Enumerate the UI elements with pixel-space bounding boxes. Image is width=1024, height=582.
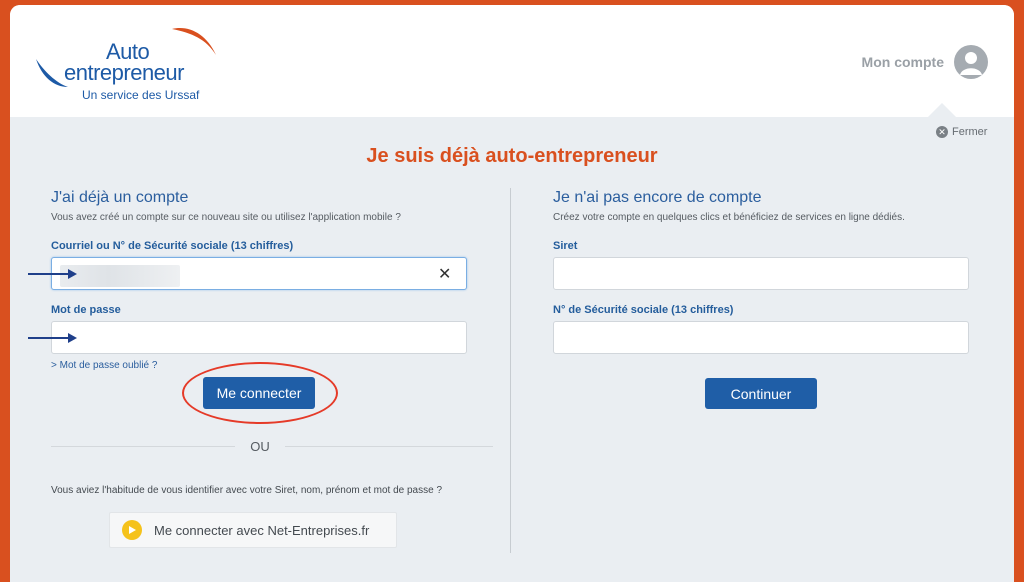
legacy-login-hint: Vous aviez l'habitude de vous identifier… bbox=[51, 485, 443, 496]
account-menu[interactable]: Mon compte bbox=[862, 45, 988, 79]
account-label[interactable]: Mon compte bbox=[862, 54, 944, 70]
page-title: Je suis déjà auto-entrepreneur bbox=[366, 145, 658, 167]
auto-entrepreneur-logo[interactable]: Auto entrepreneur Un service des Urssaf bbox=[34, 23, 224, 103]
siret-label: Siret bbox=[553, 240, 578, 252]
page-frame: Auto entrepreneur Un service des Urssaf … bbox=[10, 5, 1014, 582]
continue-button[interactable]: Continuer bbox=[705, 378, 817, 409]
close-label[interactable]: Fermer bbox=[952, 126, 987, 138]
signup-heading: Je n'ai pas encore de compte bbox=[553, 189, 762, 206]
nss-input[interactable] bbox=[553, 321, 969, 354]
annotation-arrow-icon bbox=[28, 333, 77, 343]
logo-tagline: Un service des Urssaf bbox=[82, 88, 200, 102]
annotation-arrow-icon bbox=[28, 269, 77, 279]
email-label: Courriel ou N° de Sécurité sociale (13 c… bbox=[51, 240, 294, 252]
or-separator: OU bbox=[250, 439, 270, 454]
close-button[interactable]: ✕ Fermer bbox=[936, 126, 987, 138]
or-divider-right bbox=[285, 446, 493, 447]
password-input[interactable] bbox=[51, 321, 467, 354]
login-subtext: Vous avez créé un compte sur ce nouveau … bbox=[51, 212, 401, 223]
redacted-email-value bbox=[60, 265, 180, 287]
play-icon bbox=[122, 520, 142, 540]
clear-input-icon[interactable]: ✕ bbox=[438, 264, 451, 284]
close-icon[interactable]: ✕ bbox=[936, 126, 948, 138]
siret-input[interactable] bbox=[553, 257, 969, 290]
password-label: Mot de passe bbox=[51, 304, 121, 316]
net-entreprises-button[interactable]: Me connecter avec Net-Entreprises.fr bbox=[109, 512, 397, 548]
signup-subtext: Créez votre compte en quelques clics et … bbox=[553, 212, 905, 223]
site-header: Auto entrepreneur Un service des Urssaf … bbox=[10, 5, 1014, 117]
user-avatar-icon[interactable] bbox=[954, 45, 988, 79]
dropdown-pointer bbox=[928, 103, 956, 117]
logo-swoosh-orange-icon bbox=[172, 28, 216, 55]
logo-line-2: entrepreneur bbox=[64, 60, 184, 85]
net-entreprises-label[interactable]: Me connecter avec Net-Entreprises.fr bbox=[154, 523, 369, 538]
column-divider bbox=[510, 188, 511, 553]
annotation-circle bbox=[182, 362, 338, 424]
or-divider-left bbox=[51, 446, 235, 447]
login-heading: J'ai déjà un compte bbox=[51, 189, 189, 206]
nss-label: N° de Sécurité sociale (13 chiffres) bbox=[553, 304, 734, 316]
forgot-password-link[interactable]: > Mot de passe oublié ? bbox=[51, 360, 157, 371]
